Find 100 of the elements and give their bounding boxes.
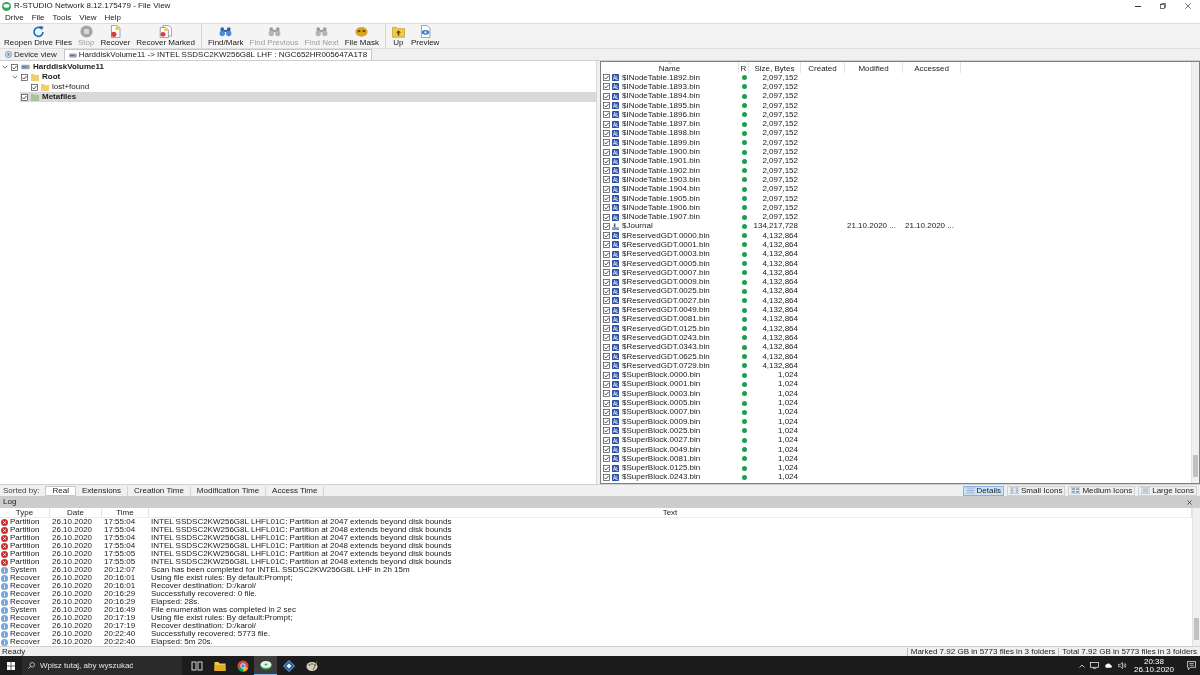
checkbox[interactable] [603,464,610,472]
sort-tab[interactable]: Modification Time [190,485,267,496]
column-header[interactable]: Modified [845,62,903,73]
checkbox[interactable] [603,204,610,212]
checkbox[interactable] [603,334,610,342]
checkbox[interactable] [603,260,610,268]
view-mode-button[interactable]: Small Icons [1007,485,1066,496]
tree-item[interactable]: Root [20,72,596,82]
speaker-icon[interactable] [1117,662,1127,669]
menu-item[interactable]: Drive [1,13,28,22]
column-header[interactable]: Time [102,508,149,517]
checkbox[interactable] [603,399,610,407]
checkbox[interactable] [11,63,18,71]
checkbox[interactable] [603,297,610,305]
chevron-up-icon[interactable] [1078,663,1085,668]
checkbox[interactable] [603,325,610,333]
checkbox[interactable] [603,92,610,100]
menu-item[interactable]: Help [100,13,125,22]
checkbox[interactable] [603,213,610,221]
toolbar-button[interactable]: File Mask [341,24,382,48]
view-mode-button[interactable]: Details [962,485,1005,496]
sort-tab[interactable]: Creation Time [128,485,191,496]
column-header[interactable]: Date [50,508,102,517]
tree-item[interactable]: Metafiles [20,92,596,102]
toolbar-button[interactable]: Reopen Drive Files [1,24,76,48]
checkbox[interactable] [603,315,610,323]
chevron-down-icon[interactable] [12,74,18,80]
checkbox[interactable] [603,269,610,277]
checkbox[interactable] [21,93,28,101]
checkbox[interactable] [603,157,610,165]
column-header[interactable]: Size, Bytes [749,62,801,73]
checkbox[interactable] [603,408,610,416]
checkbox[interactable] [603,418,610,426]
clock-date[interactable]: 26.10.2020 [1133,665,1174,674]
notification-icon[interactable] [1187,661,1196,670]
tree-item[interactable]: lost+found [30,82,596,92]
checkbox[interactable] [603,111,610,119]
checkbox[interactable] [603,148,610,156]
checkbox[interactable] [603,74,610,82]
checkbox[interactable] [603,232,610,240]
checkbox[interactable] [603,436,610,444]
view-mode-button[interactable]: Large Icons [1138,485,1197,496]
tab[interactable]: HarddiskVolume11 -> INTEL SSDSC2KW256G8L LHF : NGC652HR005647A1T8 [63,49,373,60]
checkbox[interactable] [21,73,28,81]
checkbox[interactable] [603,455,610,463]
menu-item[interactable]: View [75,13,101,22]
checkbox[interactable] [603,390,610,398]
scrollbar[interactable] [1192,508,1200,646]
toolbar-button[interactable]: Up [388,24,408,48]
checkbox[interactable] [603,371,610,379]
view-mode-button[interactable]: Medium Icons [1068,485,1136,496]
checkbox[interactable] [603,380,610,388]
checkbox[interactable] [603,250,610,258]
scrollbar-thumb[interactable] [1193,455,1198,477]
tree-item[interactable]: HarddiskVolume11 [10,62,596,72]
file-name: $INodeTable.1893.bin [622,82,700,91]
checkbox[interactable] [603,222,610,230]
toolbar-button[interactable]: Find/Mark [205,24,247,48]
checkbox[interactable] [603,139,610,147]
monitor-icon[interactable] [1089,662,1099,669]
checkbox[interactable] [603,129,610,137]
toolbar-button[interactable]: Recover Marked [133,24,198,48]
checkbox[interactable] [603,278,610,286]
checkbox[interactable] [31,83,38,91]
checkbox[interactable] [603,185,610,193]
scrollbar-thumb[interactable] [1194,618,1199,640]
checkbox[interactable] [603,83,610,91]
taskbar-app[interactable] [254,656,277,675]
checkbox[interactable] [603,306,610,314]
checkbox[interactable] [603,343,610,351]
checkbox[interactable] [603,241,610,249]
checkbox[interactable] [603,102,610,110]
sort-tab[interactable]: Real [45,485,76,496]
column-header[interactable]: Created [801,62,845,73]
close-button[interactable] [1185,497,1194,507]
menu-item[interactable]: File [27,13,49,22]
checkbox[interactable] [603,446,610,453]
column-header[interactable]: Accessed [903,62,961,73]
toolbar-button[interactable]: Recover [97,24,134,48]
clock-time[interactable]: 20:38 [1143,657,1164,666]
column-header[interactable]: R [739,62,749,73]
checkbox[interactable] [603,287,610,295]
checkbox[interactable] [603,167,610,175]
checkbox[interactable] [603,473,610,481]
checkbox[interactable] [603,353,610,361]
checkbox[interactable] [603,176,610,184]
column-header[interactable]: Name [601,62,739,73]
checkbox[interactable] [603,120,610,128]
search-field[interactable]: Wpisz tutaj, aby wyszukać [22,656,182,675]
checkbox[interactable] [603,362,610,370]
scrollbar[interactable] [1191,62,1199,483]
column-header[interactable]: Type [0,508,50,517]
checkbox[interactable] [603,195,610,202]
cloud-icon[interactable] [1103,663,1113,668]
sort-tab[interactable]: Extensions [75,485,129,496]
checkbox[interactable] [603,427,610,435]
toolbar-button[interactable]: Preview [407,24,443,48]
chevron-down-icon[interactable] [2,64,8,70]
menu-item[interactable]: Tools [48,13,76,22]
sort-tab[interactable]: Access Time [266,485,325,496]
